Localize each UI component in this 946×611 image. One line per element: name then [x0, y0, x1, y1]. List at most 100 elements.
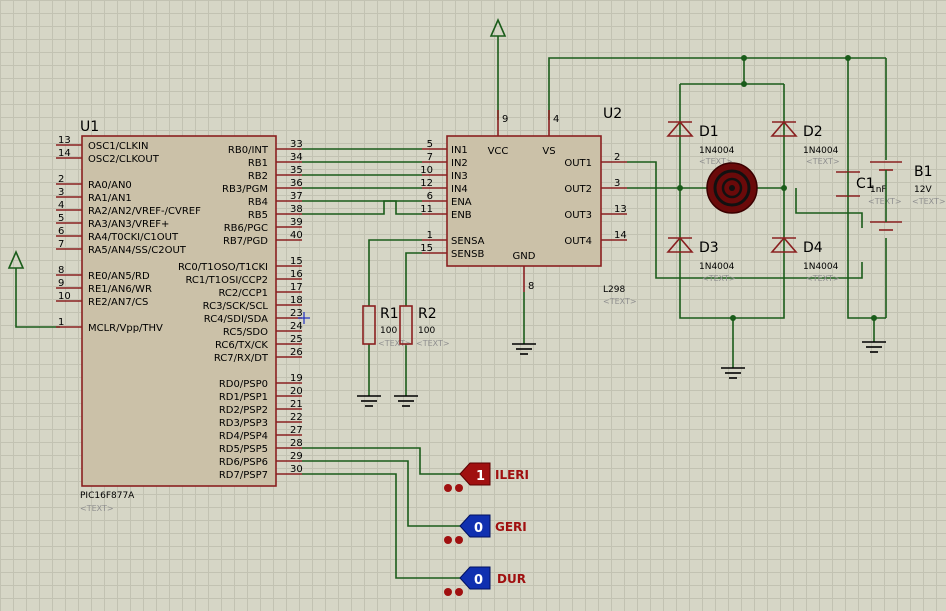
u1-pin-label: RB0/INT [228, 145, 269, 156]
diode-d4[interactable]: D4 1N4004 <TEXT> [770, 236, 840, 283]
u1-pin-label: RC1/T1OSI/CCP2 [185, 275, 268, 286]
logic-state-geri[interactable]: 0 GERI [444, 514, 527, 544]
u2-pin-number: 12 [420, 178, 433, 189]
u1-pin-number: 18 [290, 295, 303, 306]
u1-pin-number: 9 [58, 278, 64, 289]
logic-state-ileri[interactable]: 1 ILERI [444, 462, 529, 492]
u1-pin-number: 3 [58, 187, 64, 198]
u2-l298[interactable]: 5 IN1 7 IN2 10 IN3 12 IN4 6 ENA 11 ENB 1 SENSA 15 SENSB… [420, 106, 636, 306]
u2-pin-label: OUT1 [564, 158, 592, 169]
u2-pin-number: 2 [614, 152, 620, 163]
d3-ref: D3 [699, 240, 719, 256]
u2-text: <TEXT> [603, 297, 637, 306]
u1-pin-label: RB1 [248, 158, 268, 169]
d2-text: <TEXT> [806, 157, 840, 166]
d3-value: 1N4004 [699, 262, 735, 272]
u2-pin-label: SENSA [451, 236, 485, 247]
u2-pin-number: 1 [427, 230, 433, 241]
u1-pin-number: 25 [290, 334, 303, 345]
u1-pin-number: 5 [58, 213, 64, 224]
u2-pin-number: 7 [427, 152, 433, 163]
u1-pin-number: 37 [290, 191, 303, 202]
u2-pin-label: IN1 [451, 145, 468, 156]
diode-d1[interactable]: D1 1N4004 <TEXT> [666, 120, 735, 166]
u1-pin-label: RD6/PSP6 [219, 457, 268, 468]
d2-ref: D2 [803, 124, 823, 140]
power-terminal-vcc [489, 18, 507, 37]
geri-state: 0 [474, 521, 483, 536]
u1-pin-label: RB2 [248, 171, 268, 182]
ground-supply [862, 341, 886, 353]
u2-pin-label: GND [513, 251, 536, 262]
u1-pin-number: 26 [290, 347, 303, 358]
u1-pin-number: 24 [290, 321, 303, 332]
u1-pin-number: 13 [58, 135, 71, 146]
u1-pin-number: 28 [290, 438, 303, 449]
u1-pin-label: RB6/PGC [224, 223, 268, 234]
u1-pin-label: RE1/AN6/WR [88, 284, 152, 295]
u1-ref: U1 [80, 119, 99, 135]
d3-text: <TEXT> [702, 274, 736, 283]
u2-pin-label: SENSB [451, 249, 484, 260]
u2-pin-label: OUT2 [564, 184, 592, 195]
u2-pin-label: OUT4 [564, 236, 592, 247]
u2-ref: U2 [603, 106, 622, 122]
resistor-r1[interactable]: R1 100 <TEXT> [362, 305, 412, 348]
u1-pin-label: RD1/PSP1 [219, 392, 268, 403]
r1-ref: R1 [380, 306, 399, 322]
u1-pin-number: 8 [58, 265, 64, 276]
u2-pin-number: 11 [420, 204, 433, 215]
u2-pin-label: IN2 [451, 158, 468, 169]
u1-pin-number: 23 [290, 308, 303, 319]
u1-pin-label: RA5/AN4/SS/C2OUT [88, 245, 187, 256]
battery-b1[interactable]: B1 12V <TEXT> [870, 161, 946, 231]
b1-value: 12V [914, 185, 932, 195]
u1-pic16f877a[interactable]: 13OSC1/CLKIN14OSC2/CLKOUT2RA0/AN03RA1/AN… [56, 119, 310, 513]
u1-pin-number: 17 [290, 282, 303, 293]
u1-pin-label: RC6/TX/CK [215, 340, 268, 351]
u2-pin-number: 10 [420, 165, 433, 176]
u2-pin-label: IN4 [451, 184, 468, 195]
u1-pin-label: RE2/AN7/CS [88, 297, 148, 308]
u1-pin-label: RB3/PGM [222, 184, 268, 195]
u2-pin-number: 8 [528, 281, 534, 292]
u1-pin-number: 10 [58, 291, 71, 302]
u2-pin-number: 9 [502, 114, 508, 125]
u1-pin-label: RE0/AN5/RD [88, 271, 150, 282]
u1-pin-number: 22 [290, 412, 303, 423]
capacitor-c1[interactable]: C1 1nF <TEXT> [836, 171, 902, 206]
u1-pin-label: RA3/AN3/VREF+ [88, 219, 169, 230]
u1-pin-label: RD5/PSP5 [219, 444, 268, 455]
u1-pin-label: RA4/T0CKI/C1OUT [88, 232, 179, 243]
diode-d2[interactable]: D2 1N4004 <TEXT> [770, 120, 840, 166]
ground-r1 [357, 395, 381, 407]
u1-pin-label: OSC2/CLKOUT [88, 154, 160, 165]
u1-pin-number: 14 [58, 148, 71, 159]
u1-pin-label: RB4 [248, 197, 268, 208]
dur-label: DUR [497, 572, 526, 586]
u2-pin-number: 4 [553, 114, 559, 125]
u1-pin-label: RB5 [248, 210, 268, 221]
d1-ref: D1 [699, 124, 719, 140]
dc-motor[interactable] [706, 162, 758, 214]
u1-pin-number: 6 [58, 226, 64, 237]
u1-pin-number: 35 [290, 165, 303, 176]
ground-r2 [394, 395, 418, 407]
u2-pin-number: 5 [427, 139, 433, 150]
ileri-state: 1 [476, 469, 485, 484]
d4-ref: D4 [803, 240, 823, 256]
u1-pin-number: 29 [290, 451, 303, 462]
geri-label: GERI [495, 520, 527, 534]
u1-pin-label: RC4/SDI/SDA [204, 314, 268, 325]
r2-ref: R2 [418, 306, 437, 322]
d4-value: 1N4004 [803, 262, 839, 272]
u1-pin-number: 21 [290, 399, 303, 410]
u1-pin-number: 27 [290, 425, 303, 436]
logic-state-dur[interactable]: 0 DUR [444, 566, 526, 596]
r2-value: 100 [418, 326, 435, 336]
u2-bottom-pins: 8 GND [513, 251, 536, 292]
diode-d3[interactable]: D3 1N4004 <TEXT> [666, 236, 736, 283]
d4-text: <TEXT> [806, 274, 840, 283]
u2-pin-number: 6 [427, 191, 433, 202]
u1-pin-number: 34 [290, 152, 303, 163]
